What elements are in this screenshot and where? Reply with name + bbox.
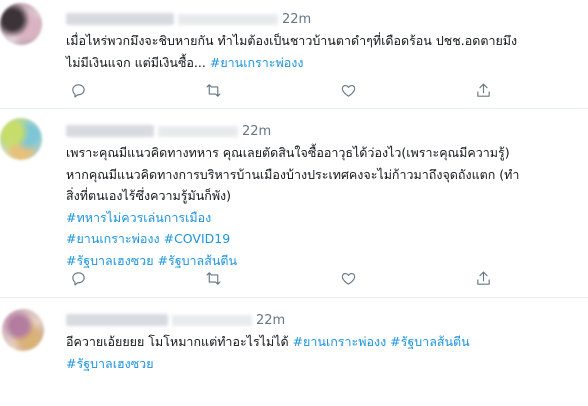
tweet-header: 22m [66, 9, 311, 29]
display-name[interactable] [66, 125, 154, 137]
retweet-button[interactable] [205, 80, 340, 100]
tweet-text-line: เมื่อไหร่พวกมึงจะชิบหายกัน ทำไมต้องเป็นช… [66, 33, 518, 48]
like-icon [341, 272, 356, 285]
tweet-text-line: สิ่งที่ตนเองไร้ซึ่งความรู้มันก็พัง) [66, 188, 232, 203]
share-button[interactable] [475, 268, 515, 288]
display-name[interactable] [66, 314, 168, 326]
tweet-text-line: อีควายเอ้ยยยย โมโหมากแต่ทำอะไรไม่ได้ [66, 334, 293, 349]
retweet-icon [206, 83, 221, 97]
tweet-header: 22m [66, 310, 285, 330]
retweet-icon [206, 271, 221, 285]
hashtag-link[interactable]: #ยานเกราะพ่องง [66, 231, 160, 246]
username[interactable] [178, 13, 278, 25]
hashtag-link[interactable]: #รัฐบาลส้นตีน [158, 253, 238, 268]
reply-icon [72, 83, 85, 97]
username[interactable] [158, 125, 238, 137]
hashtag-link[interactable]: #รัฐบาลเฮงซวย [66, 253, 154, 268]
retweet-button[interactable] [205, 268, 340, 288]
timestamp[interactable]: 22m [282, 12, 311, 27]
hashtag-link[interactable]: #COVID19 [164, 231, 231, 246]
tweet-text-line: หากคุณมีแนวคิดทางการบริหารบ้านเมืองบ้างป… [66, 166, 520, 182]
reply-icon [72, 271, 85, 285]
tweet-text-line: ไม่มีเงินแจก แต่มีเงินซื้อ... #ยานเกราะพ… [66, 54, 304, 70]
tweet-actions [70, 80, 515, 100]
tweet-actions [70, 268, 515, 288]
tweet-text: อีควายเอ้ยยยย โมโหมากแต่ทำอะไรไม่ได้ #ยา… [66, 331, 470, 374]
timestamp[interactable]: 22m [256, 313, 285, 328]
hashtag-link[interactable]: #ยานเกราะพ่องง [210, 55, 304, 70]
avatar[interactable] [0, 118, 42, 160]
avatar[interactable] [0, 3, 42, 45]
like-button[interactable] [340, 80, 475, 100]
avatar[interactable] [2, 309, 44, 351]
share-button[interactable] [475, 80, 515, 100]
hashtag-link[interactable]: #ยานเกราะพ่องง [293, 334, 387, 349]
tweet-text: เพราะคุณมีแนวคิดทางทหาร คุณเลยตัดสินใจซื… [66, 142, 519, 271]
like-button[interactable] [340, 268, 475, 288]
like-icon [341, 84, 356, 97]
hashtag-link[interactable]: #ทหารไม่ควรเล่นการเมือง [66, 210, 211, 225]
hashtag-link[interactable]: #รัฐบาลเฮงซวย [66, 356, 154, 371]
tweet[interactable]: 22m เพราะคุณมีแนวคิดทางทหาร คุณเลยตัดสิน… [0, 108, 588, 298]
share-icon [477, 271, 490, 285]
reply-button[interactable] [70, 268, 205, 288]
share-icon [477, 83, 490, 97]
timestamp[interactable]: 22m [242, 124, 271, 139]
display-name[interactable] [66, 13, 174, 25]
hashtag-link[interactable]: #รัฐบาลส้นตีน [390, 334, 470, 349]
username[interactable] [172, 314, 252, 326]
tweet-header: 22m [66, 121, 271, 141]
reply-button[interactable] [70, 80, 205, 100]
tweet[interactable]: 22m อีควายเอ้ยยยย โมโหมากแต่ทำอะไรไม่ได้… [0, 297, 588, 406]
tweet[interactable]: 22m เมื่อไหร่พวกมึงจะชิบหายกัน ทำไมต้องเ… [0, 0, 588, 109]
tweet-text: เมื่อไหร่พวกมึงจะชิบหายกัน ทำไมต้องเป็นช… [66, 30, 517, 73]
tweet-text-line: เพราะคุณมีแนวคิดทางทหาร คุณเลยตัดสินใจซื… [66, 145, 510, 160]
